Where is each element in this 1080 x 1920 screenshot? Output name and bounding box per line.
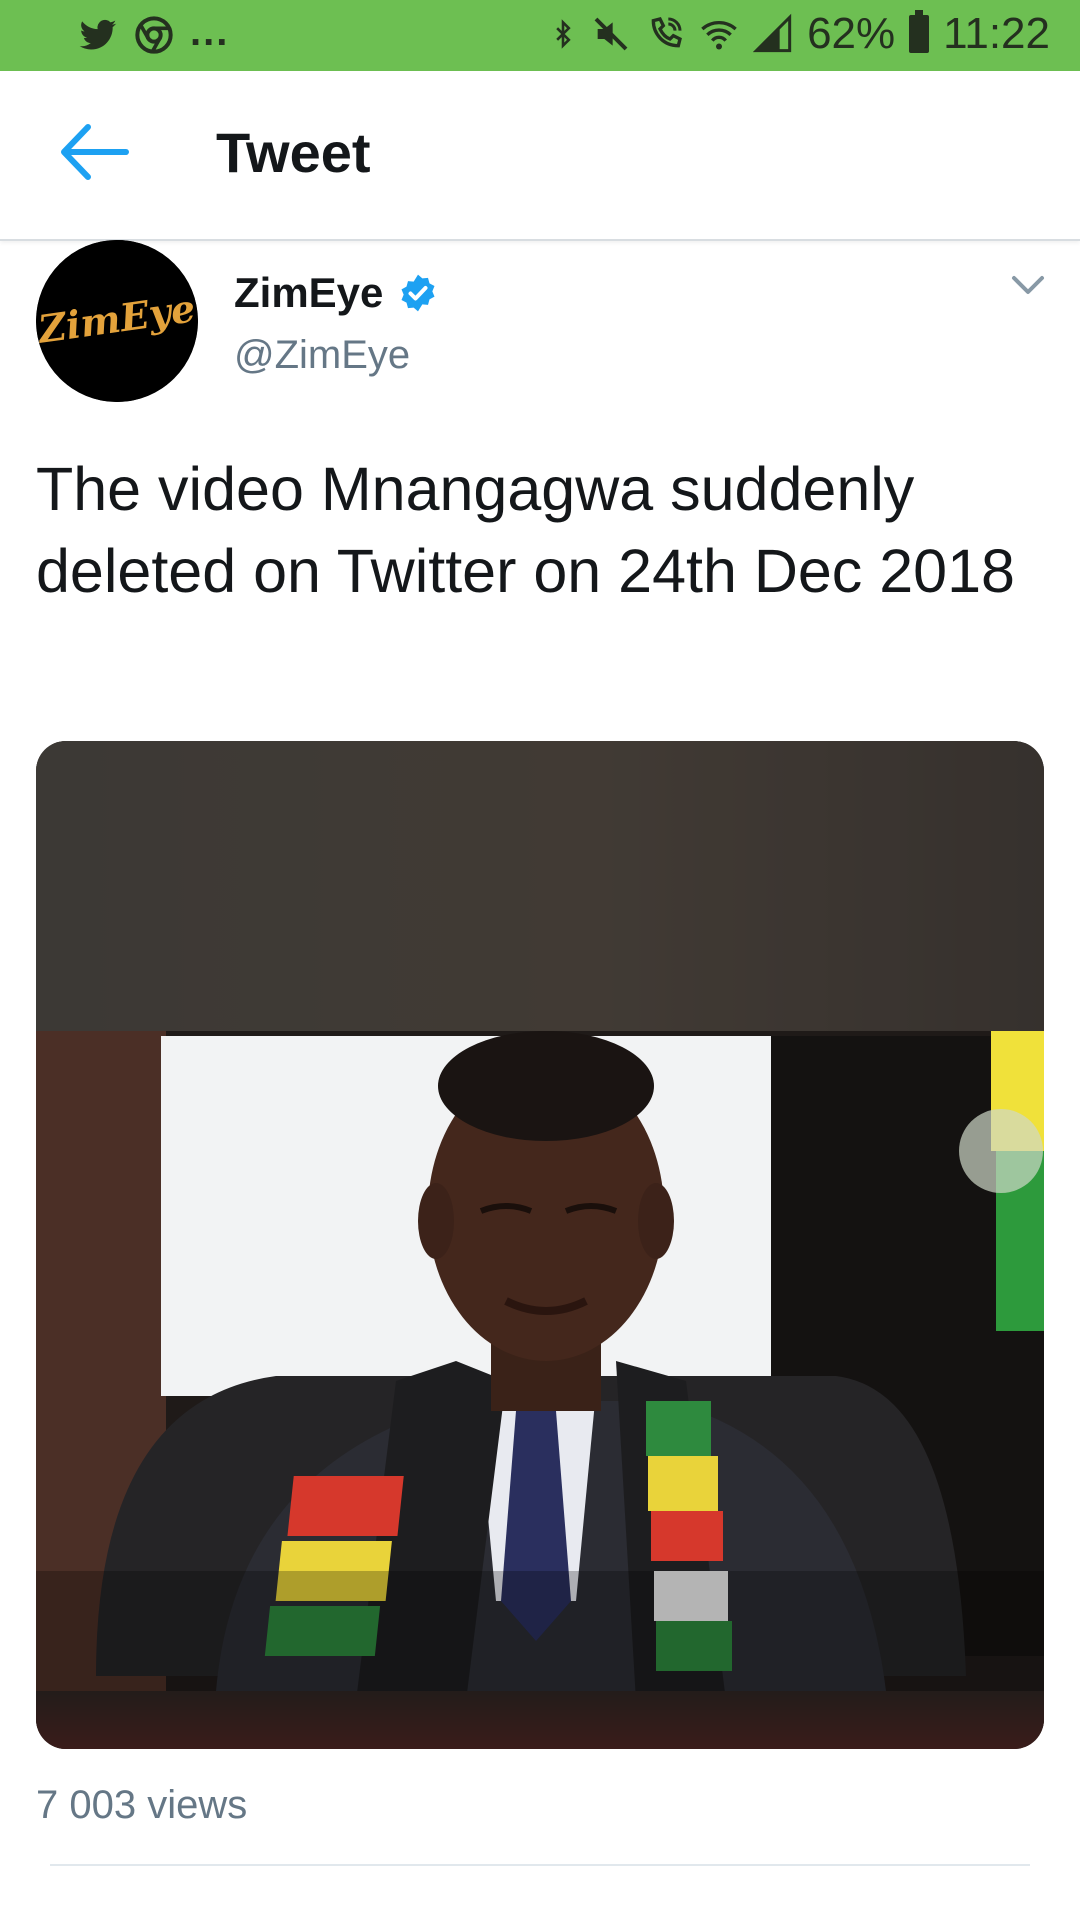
page-title: Tweet — [216, 121, 371, 184]
battery-percent: 62% — [807, 9, 896, 58]
status-bar: ... 62% 11:22 — [0, 0, 1080, 71]
tweet-text: The video Mnangagwa suddenly deleted on … — [36, 455, 1015, 605]
video-frame — [36, 741, 1044, 1749]
zimeye-logo: ZimEye — [36, 240, 198, 402]
notification-overflow: ... — [190, 10, 230, 54]
chrome-icon — [135, 16, 173, 54]
clock: 11:22 — [943, 9, 1050, 58]
divider — [50, 1864, 1030, 1866]
battery-icon — [909, 10, 930, 53]
twitter-icon — [79, 19, 117, 50]
wifi-icon — [701, 21, 737, 50]
video-thumbnail[interactable] — [36, 741, 1044, 1749]
view-count: 7 003 views — [36, 1783, 248, 1827]
verified-badge-icon — [401, 274, 435, 312]
app-header: Tweet — [0, 71, 1080, 241]
wifi-calling-icon — [651, 17, 683, 48]
status-bar-left: ... — [78, 10, 230, 56]
chevron-down-icon[interactable] — [1010, 270, 1046, 300]
mute-icon — [594, 17, 628, 51]
author-name[interactable]: ZimEye — [234, 268, 383, 318]
signal-icon — [753, 13, 792, 53]
author-handle[interactable]: @ZimEye — [234, 331, 410, 379]
back-arrow-icon[interactable] — [56, 121, 132, 183]
status-bar-right: 62% 11:22 — [549, 10, 1050, 58]
bluetooth-icon — [556, 19, 571, 49]
avatar[interactable]: ZimEye — [36, 240, 198, 402]
